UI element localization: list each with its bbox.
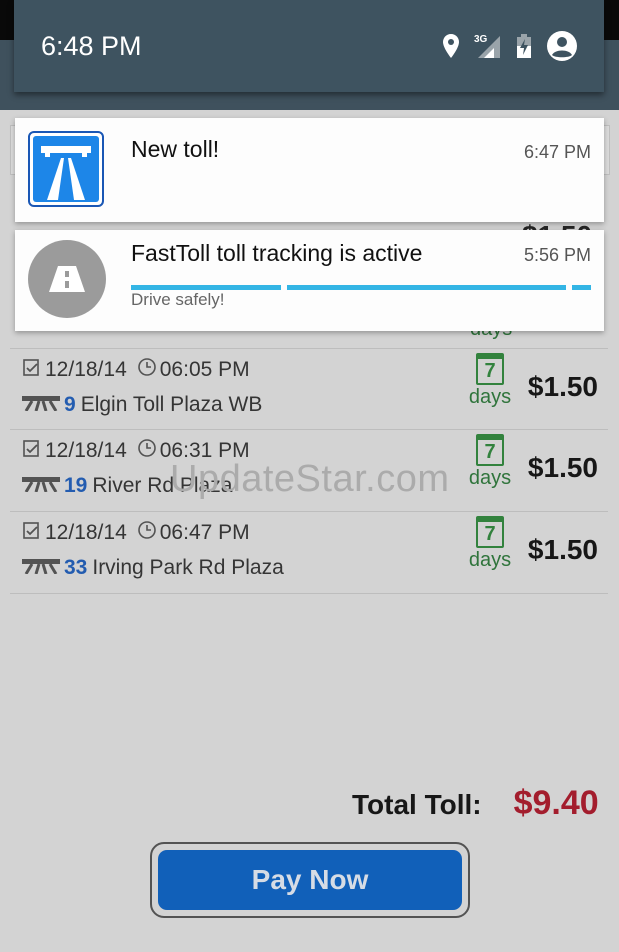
progress-bar	[131, 277, 591, 290]
notification-new-toll[interactable]: New toll! 6:47 PM	[15, 118, 604, 222]
account-icon[interactable]	[546, 30, 578, 67]
notification-tracking-active[interactable]: FastToll toll tracking is active 5:56 PM…	[15, 230, 604, 331]
notification-time: 5:56 PM	[523, 245, 591, 265]
status-clock: 6:48 PM	[41, 31, 142, 61]
notification-text: Drive safely!	[131, 290, 225, 309]
screen: $1.50 days 12/18/14 06:05 PM	[0, 0, 619, 952]
highway-icon	[28, 131, 104, 207]
notification-title: FastToll toll tracking is active	[131, 240, 423, 266]
road-icon	[28, 240, 106, 318]
status-icons: 3G	[428, 30, 578, 67]
notification-time: 6:47 PM	[523, 142, 591, 162]
notification-header: 6:48 PM 3G	[14, 0, 604, 92]
notification-title: New toll!	[131, 136, 220, 162]
battery-charging-icon	[516, 33, 532, 64]
location-icon	[442, 33, 460, 64]
signal-icon: 3G	[474, 33, 502, 64]
network-type-label: 3G	[474, 34, 488, 45]
